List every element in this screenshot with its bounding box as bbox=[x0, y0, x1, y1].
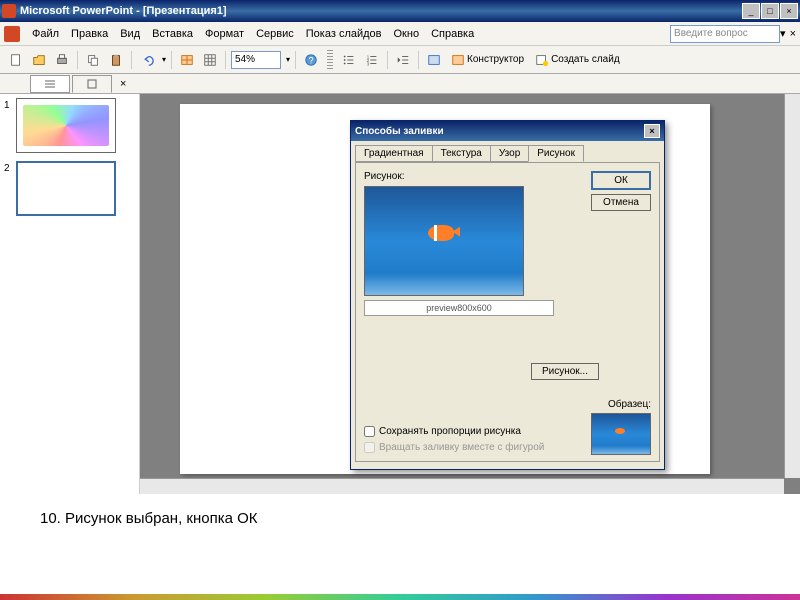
fill-effects-dialog: Способы заливки × Градиентная Текстура У… bbox=[350, 120, 665, 470]
window-titlebar: Microsoft PowerPoint - [Презентация1] _ … bbox=[0, 0, 800, 22]
sample-preview bbox=[591, 413, 651, 455]
toolbar-separator bbox=[387, 51, 388, 69]
slide-thumbnails-panel: 1 2 bbox=[0, 94, 140, 494]
menu-format[interactable]: Формат bbox=[199, 26, 250, 42]
new-slide-button[interactable]: Создать слайд bbox=[531, 51, 624, 69]
panel-close-button[interactable]: × bbox=[120, 78, 126, 90]
print-button[interactable] bbox=[52, 50, 72, 70]
restore-button[interactable]: □ bbox=[761, 3, 779, 19]
new-slide-icon bbox=[535, 53, 549, 67]
new-doc-button[interactable] bbox=[6, 50, 26, 70]
document-name-text: [Презентация1] bbox=[143, 5, 227, 17]
slide-layout-button[interactable] bbox=[424, 50, 444, 70]
cancel-button[interactable]: Отмена bbox=[591, 194, 651, 211]
dialog-body: Рисунок: preview800x600 ОК Отмена Рисуно… bbox=[355, 162, 660, 462]
rotate-fill-checkbox-row: Вращать заливку вместе с фигурой bbox=[364, 442, 544, 453]
vertical-scrollbar[interactable] bbox=[784, 94, 800, 478]
thumbnail-image[interactable] bbox=[16, 98, 116, 153]
menu-insert[interactable]: Вставка bbox=[146, 26, 199, 42]
tab-pattern[interactable]: Узор bbox=[490, 145, 529, 162]
menu-file[interactable]: Файл bbox=[26, 26, 65, 42]
slide-panel-tabs: × bbox=[0, 74, 800, 94]
dialog-titlebar[interactable]: Способы заливки × bbox=[351, 121, 664, 141]
slide-number: 2 bbox=[4, 161, 16, 216]
menu-slideshow[interactable]: Показ слайдов bbox=[300, 26, 388, 42]
menu-edit[interactable]: Правка bbox=[65, 26, 114, 42]
preserve-aspect-label: Сохранять пропорции рисунка bbox=[379, 426, 521, 437]
window-title: Microsoft PowerPoint - [Презентация1] bbox=[20, 5, 741, 17]
minimize-button[interactable]: _ bbox=[742, 3, 760, 19]
menu-window[interactable]: Окно bbox=[388, 26, 426, 42]
paste-button[interactable] bbox=[106, 50, 126, 70]
menu-help[interactable]: Справка bbox=[425, 26, 480, 42]
app-name-text: Microsoft PowerPoint bbox=[20, 5, 133, 17]
toolbar-separator bbox=[171, 51, 172, 69]
dialog-tabs: Градиентная Текстура Узор Рисунок bbox=[351, 141, 664, 162]
undo-dropdown-icon[interactable]: ▾ bbox=[162, 55, 166, 64]
designer-button[interactable]: Конструктор bbox=[447, 51, 528, 69]
undo-button[interactable] bbox=[137, 50, 157, 70]
zoom-dropdown-icon[interactable]: ▾ bbox=[286, 55, 290, 64]
tables-button[interactable] bbox=[177, 50, 197, 70]
select-picture-button[interactable]: Рисунок... bbox=[531, 363, 599, 380]
outdent-button[interactable] bbox=[393, 50, 413, 70]
ok-button[interactable]: ОК bbox=[591, 171, 651, 190]
copy-button[interactable] bbox=[83, 50, 103, 70]
slide-thumbnail[interactable]: 2 bbox=[4, 161, 135, 216]
tab-texture[interactable]: Текстура bbox=[432, 145, 491, 162]
powerpoint-icon bbox=[2, 4, 16, 18]
instruction-caption: 10. Рисунок выбран, кнопка ОК bbox=[0, 494, 800, 543]
menu-tools[interactable]: Сервис bbox=[250, 26, 300, 42]
toolbar-separator bbox=[418, 51, 419, 69]
slides-tab[interactable] bbox=[72, 75, 112, 93]
picture-preview bbox=[364, 186, 524, 296]
dialog-close-button[interactable]: × bbox=[644, 124, 660, 138]
new-slide-label: Создать слайд bbox=[551, 54, 620, 65]
rotate-fill-label: Вращать заливку вместе с фигурой bbox=[379, 442, 544, 453]
fish-graphic bbox=[428, 225, 454, 241]
menu-bar: Файл Правка Вид Вставка Формат Сервис По… bbox=[0, 22, 800, 46]
help-search-input[interactable]: Введите вопрос bbox=[670, 25, 780, 43]
app-menu-icon[interactable] bbox=[4, 26, 20, 42]
color-fan-graphic bbox=[23, 105, 109, 146]
toolbar-separator bbox=[295, 51, 296, 69]
preserve-aspect-checkbox-row: Сохранять пропорции рисунка bbox=[364, 426, 521, 437]
horizontal-scrollbar[interactable] bbox=[140, 478, 784, 494]
rotate-fill-checkbox bbox=[364, 442, 375, 453]
search-dropdown-icon[interactable]: ▾ bbox=[780, 27, 786, 40]
menu-view[interactable]: Вид bbox=[114, 26, 146, 42]
preserve-aspect-checkbox[interactable] bbox=[364, 426, 375, 437]
thumbnail-image[interactable] bbox=[16, 161, 116, 216]
slide-number: 1 bbox=[4, 98, 16, 153]
svg-text:?: ? bbox=[309, 55, 314, 65]
toolbar-separator bbox=[77, 51, 78, 69]
decorative-color-strip bbox=[0, 594, 800, 600]
svg-text:3: 3 bbox=[367, 61, 370, 66]
open-button[interactable] bbox=[29, 50, 49, 70]
preview-filename: preview800x600 bbox=[364, 300, 554, 316]
slide-thumbnail[interactable]: 1 bbox=[4, 98, 135, 153]
designer-icon bbox=[451, 53, 465, 67]
help-button[interactable]: ? bbox=[301, 50, 321, 70]
toolbar-separator bbox=[131, 51, 132, 69]
outline-tab[interactable] bbox=[30, 75, 70, 93]
toolbar-separator bbox=[225, 51, 226, 69]
document-close-button[interactable]: × bbox=[790, 28, 796, 40]
bullets-button[interactable] bbox=[339, 50, 359, 70]
designer-label: Конструктор bbox=[467, 54, 524, 65]
numbered-list-button[interactable]: 123 bbox=[362, 50, 382, 70]
tab-gradient[interactable]: Градиентная bbox=[355, 145, 433, 162]
grid-button[interactable] bbox=[200, 50, 220, 70]
tab-picture[interactable]: Рисунок bbox=[528, 145, 584, 162]
dialog-title-text: Способы заливки bbox=[355, 126, 444, 137]
standard-toolbar: ▾ 54% ▾ ? 123 Конструктор Создать слайд bbox=[0, 46, 800, 74]
toolbar-grip[interactable] bbox=[327, 50, 333, 70]
close-button[interactable]: × bbox=[780, 3, 798, 19]
zoom-input[interactable]: 54% bbox=[231, 51, 281, 69]
sample-label: Образец: bbox=[608, 399, 651, 410]
